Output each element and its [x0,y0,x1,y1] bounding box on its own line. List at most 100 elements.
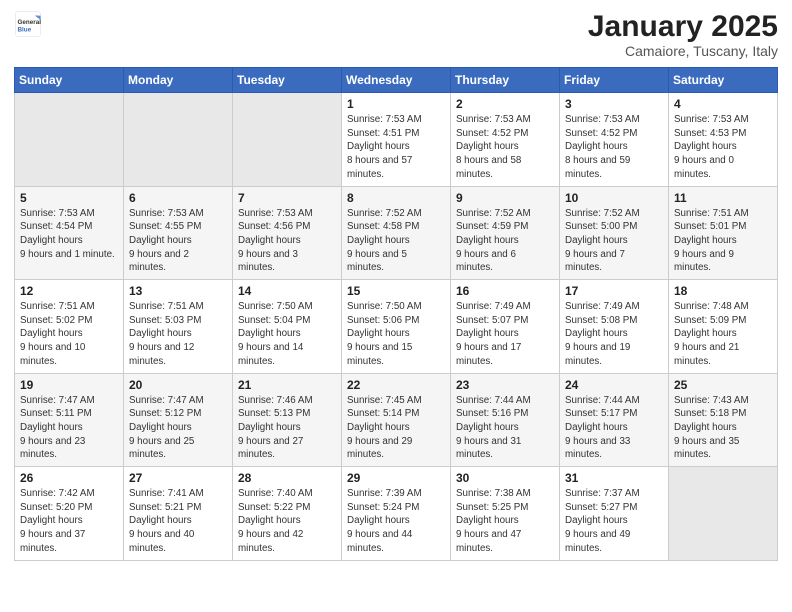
calendar-cell: 25 Sunrise: 7:43 AMSunset: 5:18 PMDayligh… [669,373,778,467]
day-number: 11 [674,191,772,205]
day-number: 20 [129,378,227,392]
week-row-4: 19 Sunrise: 7:47 AMSunset: 5:11 PMDayligh… [15,373,778,467]
day-info: Sunrise: 7:53 AMSunset: 4:55 PMDaylight … [129,207,227,276]
calendar-cell [124,93,233,187]
calendar-cell: 1 Sunrise: 7:53 AMSunset: 4:51 PMDaylight… [342,93,451,187]
calendar-title: January 2025 [588,10,778,43]
day-info: Sunrise: 7:49 AMSunset: 5:08 PMDaylight … [565,300,663,369]
svg-text:General: General [18,19,42,26]
week-row-3: 12 Sunrise: 7:51 AMSunset: 5:02 PMDayligh… [15,280,778,374]
day-info: Sunrise: 7:50 AMSunset: 5:06 PMDaylight … [347,300,445,369]
day-info: Sunrise: 7:37 AMSunset: 5:27 PMDaylight … [565,487,663,556]
weekday-header-sunday: Sunday [15,68,124,93]
day-number: 15 [347,284,445,298]
day-number: 31 [565,471,663,485]
calendar-cell: 12 Sunrise: 7:51 AMSunset: 5:02 PMDayligh… [15,280,124,374]
day-info: Sunrise: 7:53 AMSunset: 4:51 PMDaylight … [347,113,445,182]
calendar-cell: 17 Sunrise: 7:49 AMSunset: 5:08 PMDayligh… [560,280,669,374]
day-number: 13 [129,284,227,298]
logo: General Blue [14,10,42,38]
day-info: Sunrise: 7:46 AMSunset: 5:13 PMDaylight … [238,394,336,463]
weekday-header-tuesday: Tuesday [233,68,342,93]
weekday-header-row: SundayMondayTuesdayWednesdayThursdayFrid… [15,68,778,93]
day-number: 9 [456,191,554,205]
calendar-cell: 4 Sunrise: 7:53 AMSunset: 4:53 PMDaylight… [669,93,778,187]
day-info: Sunrise: 7:52 AMSunset: 4:59 PMDaylight … [456,207,554,276]
day-info: Sunrise: 7:53 AMSunset: 4:53 PMDaylight … [674,113,772,182]
day-number: 30 [456,471,554,485]
calendar-cell: 13 Sunrise: 7:51 AMSunset: 5:03 PMDayligh… [124,280,233,374]
day-info: Sunrise: 7:51 AMSunset: 5:03 PMDaylight … [129,300,227,369]
day-number: 21 [238,378,336,392]
calendar-cell: 14 Sunrise: 7:50 AMSunset: 5:04 PMDayligh… [233,280,342,374]
calendar-cell: 5 Sunrise: 7:53 AMSunset: 4:54 PMDaylight… [15,186,124,280]
calendar-cell: 15 Sunrise: 7:50 AMSunset: 5:06 PMDayligh… [342,280,451,374]
calendar-cell: 2Sunrise: 7:53 AMSunset: 4:52 PMDaylight… [451,93,560,187]
day-info: Sunrise: 7:45 AMSunset: 5:14 PMDaylight … [347,394,445,463]
calendar-body: 1 Sunrise: 7:53 AMSunset: 4:51 PMDaylight… [15,93,778,561]
calendar-cell: 24Sunrise: 7:44 AMSunset: 5:17 PMDayligh… [560,373,669,467]
day-info: Sunrise: 7:51 AMSunset: 5:02 PMDaylight … [20,300,118,369]
calendar-cell: 10Sunrise: 7:52 AMSunset: 5:00 PMDayligh… [560,186,669,280]
day-info: Sunrise: 7:51 AMSunset: 5:01 PMDaylight … [674,207,772,276]
week-row-1: 1 Sunrise: 7:53 AMSunset: 4:51 PMDaylight… [15,93,778,187]
day-number: 26 [20,471,118,485]
calendar-subtitle: Camaiore, Tuscany, Italy [588,43,778,59]
day-number: 8 [347,191,445,205]
day-number: 16 [456,284,554,298]
calendar-cell: 7Sunrise: 7:53 AMSunset: 4:56 PMDaylight… [233,186,342,280]
day-number: 29 [347,471,445,485]
calendar-cell: 8 Sunrise: 7:52 AMSunset: 4:58 PMDaylight… [342,186,451,280]
day-number: 19 [20,378,118,392]
day-number: 25 [674,378,772,392]
calendar-cell [669,467,778,561]
page: General Blue January 2025 Camaiore, Tusc… [0,0,792,612]
day-number: 17 [565,284,663,298]
calendar-cell: 31 Sunrise: 7:37 AMSunset: 5:27 PMDayligh… [560,467,669,561]
day-info: Sunrise: 7:42 AMSunset: 5:20 PMDaylight … [20,487,118,556]
day-info: Sunrise: 7:43 AMSunset: 5:18 PMDaylight … [674,394,772,463]
calendar-cell: 19 Sunrise: 7:47 AMSunset: 5:11 PMDayligh… [15,373,124,467]
calendar-cell: 22 Sunrise: 7:45 AMSunset: 5:14 PMDayligh… [342,373,451,467]
day-info: Sunrise: 7:53 AMSunset: 4:54 PMDaylight … [20,207,118,262]
day-number: 14 [238,284,336,298]
calendar-cell: 6 Sunrise: 7:53 AMSunset: 4:55 PMDaylight… [124,186,233,280]
calendar-cell: 26 Sunrise: 7:42 AMSunset: 5:20 PMDayligh… [15,467,124,561]
day-number: 12 [20,284,118,298]
calendar-cell: 20Sunrise: 7:47 AMSunset: 5:12 PMDayligh… [124,373,233,467]
day-number: 10 [565,191,663,205]
header: General Blue January 2025 Camaiore, Tusc… [14,10,778,59]
day-number: 22 [347,378,445,392]
day-number: 28 [238,471,336,485]
day-info: Sunrise: 7:44 AMSunset: 5:16 PMDaylight … [456,394,554,463]
day-number: 6 [129,191,227,205]
day-info: Sunrise: 7:38 AMSunset: 5:25 PMDaylight … [456,487,554,556]
calendar-cell: 18 Sunrise: 7:48 AMSunset: 5:09 PMDayligh… [669,280,778,374]
day-info: Sunrise: 7:52 AMSunset: 4:58 PMDaylight … [347,207,445,276]
day-info: Sunrise: 7:53 AMSunset: 4:52 PMDaylight … [565,113,663,182]
weekday-header-friday: Friday [560,68,669,93]
day-info: Sunrise: 7:53 AMSunset: 4:56 PMDaylight … [238,207,336,276]
calendar-cell: 28Sunrise: 7:40 AMSunset: 5:22 PMDayligh… [233,467,342,561]
weekday-header-monday: Monday [124,68,233,93]
day-number: 3 [565,97,663,111]
svg-text:Blue: Blue [18,27,32,34]
day-info: Sunrise: 7:50 AMSunset: 5:04 PMDaylight … [238,300,336,369]
calendar-cell: 23Sunrise: 7:44 AMSunset: 5:16 PMDayligh… [451,373,560,467]
weekday-header-thursday: Thursday [451,68,560,93]
day-number: 5 [20,191,118,205]
calendar-table: SundayMondayTuesdayWednesdayThursdayFrid… [14,67,778,561]
day-number: 4 [674,97,772,111]
day-number: 27 [129,471,227,485]
day-number: 24 [565,378,663,392]
day-info: Sunrise: 7:39 AMSunset: 5:24 PMDaylight … [347,487,445,556]
day-number: 18 [674,284,772,298]
calendar-cell: 30 Sunrise: 7:38 AMSunset: 5:25 PMDayligh… [451,467,560,561]
day-info: Sunrise: 7:47 AMSunset: 5:11 PMDaylight … [20,394,118,463]
day-info: Sunrise: 7:48 AMSunset: 5:09 PMDaylight … [674,300,772,369]
calendar-cell: 3 Sunrise: 7:53 AMSunset: 4:52 PMDaylight… [560,93,669,187]
day-number: 1 [347,97,445,111]
calendar-cell: 21 Sunrise: 7:46 AMSunset: 5:13 PMDayligh… [233,373,342,467]
calendar-cell [15,93,124,187]
day-info: Sunrise: 7:49 AMSunset: 5:07 PMDaylight … [456,300,554,369]
